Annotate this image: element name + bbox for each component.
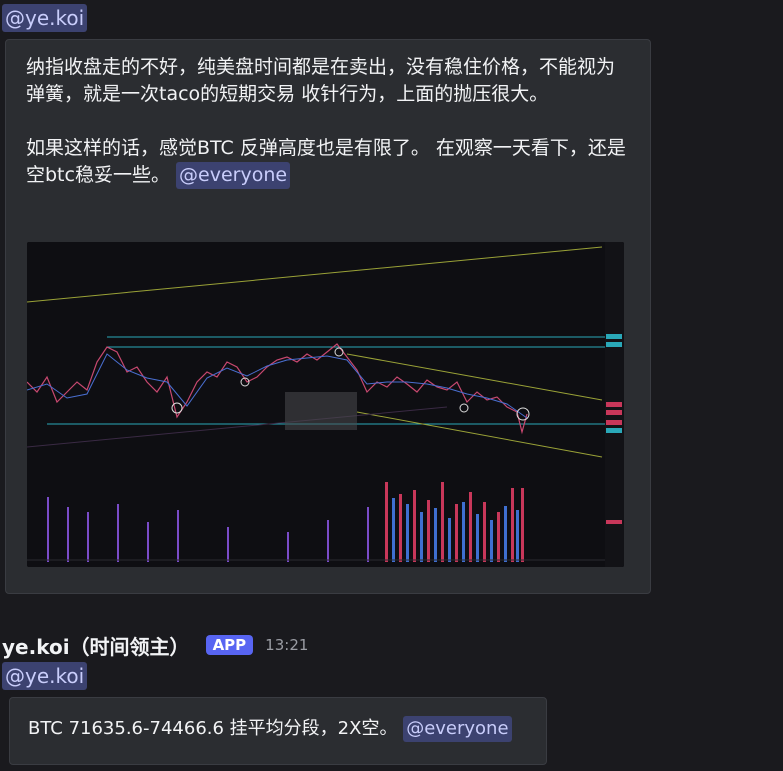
message-embed: 纳指收盘走的不好，纯美盘时间都是在卖出，没有稳住价格，不能视为弹簧，就是一次ta… — [5, 39, 651, 594]
btc-chart-image[interactable] — [27, 242, 624, 567]
message-text: BTC 71635.6-74466.6 挂平均分段，2X空。 — [28, 718, 398, 739]
everyone-mention[interactable]: @everyone — [176, 162, 291, 189]
user-mention-2[interactable]: @ye.koi — [2, 662, 88, 690]
timestamp[interactable]: 13:21 — [265, 636, 308, 654]
chart-graphic — [27, 242, 624, 567]
message-paragraph-1: 纳指收盘走的不好，纯美盘时间都是在卖出，没有稳住价格，不能视为弹簧，就是一次ta… — [26, 56, 616, 105]
message-paragraph-2: 如果这样的话，感觉BTC 反弹高度也是有限了。 在观察一天看下，还是空btc稳妥… — [26, 137, 626, 186]
message-header: ye.koi（时间领主） APP 13:21 — [2, 631, 308, 659]
user-mention[interactable]: @ye.koi — [2, 4, 88, 32]
message-embed-2: BTC 71635.6-74466.6 挂平均分段，2X空。 @everyone — [9, 697, 547, 765]
username[interactable]: ye.koi（时间领主） — [2, 631, 190, 660]
app-badge: APP — [205, 635, 254, 655]
message-body-2: BTC 71635.6-74466.6 挂平均分段，2X空。 @everyone — [28, 716, 512, 742]
message-body: 纳指收盘走的不好，纯美盘时间都是在卖出，没有稳住价格，不能视为弹簧，就是一次ta… — [26, 54, 626, 189]
everyone-mention-2[interactable]: @everyone — [403, 716, 512, 742]
